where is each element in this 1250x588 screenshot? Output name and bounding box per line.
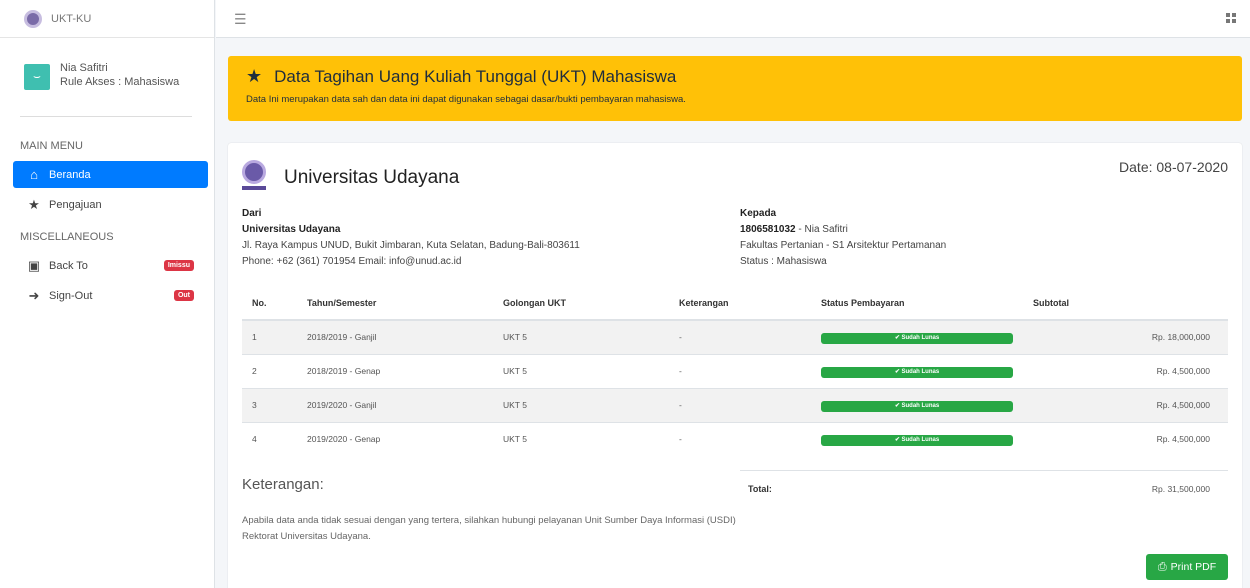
- user-role: Rule Akses : Mahasiswa: [60, 76, 180, 88]
- sidebar: UKT-KU ⌣ Nia Safitri Rule Akses : Mahasi…: [0, 0, 215, 588]
- payment-table: No. Tahun/Semester Golongan UKT Keterang…: [242, 287, 1228, 456]
- cell-semester: 2018/2019 - Genap: [307, 353, 503, 388]
- top-navbar: ☰: [216, 0, 1250, 38]
- cell-semester: 2018/2019 - Ganjil: [307, 319, 503, 354]
- sidebar-item-beranda[interactable]: ⌂ Beranda: [13, 161, 208, 188]
- divider: [20, 116, 192, 117]
- sidebar-item-back-to[interactable]: ▣ Back To Imissu: [13, 252, 208, 279]
- to-status: Status : Mahasiswa: [740, 256, 827, 267]
- to-nim: 1806581032: [740, 224, 796, 235]
- table-row: 2 2018/2019 - Genap UKT 5 - ✔ Sudah Luna…: [242, 353, 1228, 388]
- print-icon: ⎙: [1157, 560, 1167, 573]
- sidebar-item-label: Back To: [49, 259, 88, 272]
- cell-status: ✔ Sudah Lunas: [821, 319, 1033, 354]
- star-icon: ★: [246, 66, 263, 86]
- invoice-from: Dari Universitas Udayana Jl. Raya Kampus…: [242, 206, 580, 270]
- status-text: Sudah Lunas: [901, 334, 940, 341]
- avatar[interactable]: ⌣: [24, 64, 50, 90]
- column-header: Golongan UKT: [503, 287, 679, 321]
- column-header: Subtotal: [1033, 287, 1228, 321]
- cell-semester: 2019/2020 - Genap: [307, 421, 503, 456]
- cell-semester: 2019/2020 - Ganjil: [307, 387, 503, 422]
- sidebar-item-label: Pengajuan: [49, 198, 102, 211]
- column-header: No.: [242, 287, 307, 321]
- status-badge: ✔ Sudah Lunas: [821, 434, 1013, 446]
- alert-title: Data Tagihan Uang Kuliah Tunggal (UKT) M…: [274, 66, 677, 86]
- status-text: Sudah Lunas: [901, 436, 940, 443]
- cell-golongan: UKT 5: [503, 421, 679, 456]
- column-header: Status Pembayaran: [821, 287, 1033, 321]
- divider: [740, 470, 1228, 471]
- alert-description: Data Ini merupakan data sah dan data ini…: [246, 94, 686, 105]
- sidebar-item-pengajuan[interactable]: ★ Pengajuan: [13, 191, 208, 218]
- to-faculty: Fakultas Pertanian - S1 Arsitektur Perta…: [740, 240, 947, 251]
- status-text: Sudah Lunas: [901, 402, 940, 409]
- cell-subtotal: Rp. 18,000,000: [1033, 319, 1228, 354]
- badge-out: Out: [173, 290, 194, 301]
- cell-golongan: UKT 5: [503, 353, 679, 388]
- sign-out-icon: ➜: [28, 287, 40, 303]
- sidebar-item-label: Beranda: [49, 168, 91, 181]
- brand[interactable]: UKT-KU: [0, 0, 214, 38]
- status-text: Sudah Lunas: [901, 368, 940, 375]
- from-name: Universitas Udayana: [242, 224, 341, 235]
- cell-keterangan: -: [679, 421, 821, 456]
- note-title: Keterangan:: [242, 476, 324, 493]
- print-pdf-button[interactable]: ⎙ Print PDF: [1146, 554, 1228, 580]
- total-label: Total:: [748, 484, 772, 494]
- menu-header-misc: MISCELLANEOUS: [20, 231, 114, 243]
- from-label: Dari: [242, 208, 262, 219]
- table-row: 3 2019/2020 - Ganjil UKT 5 - ✔ Sudah Lun…: [242, 387, 1228, 422]
- note-text: Apabila data anda tidak sesuai dengan ya…: [242, 515, 736, 542]
- university-logo-icon: [242, 160, 266, 190]
- info-alert: ★ Data Tagihan Uang Kuliah Tunggal (UKT)…: [228, 56, 1242, 121]
- cell-subtotal: Rp. 4,500,000: [1033, 353, 1228, 388]
- apps-grid-icon[interactable]: [1226, 13, 1236, 23]
- cell-keterangan: -: [679, 387, 821, 422]
- column-header: Keterangan: [679, 287, 821, 321]
- cell-subtotal: Rp. 4,500,000: [1033, 387, 1228, 422]
- cell-subtotal: Rp. 4,500,000: [1033, 421, 1228, 456]
- cell-status: ✔ Sudah Lunas: [821, 353, 1033, 388]
- menu-toggle-icon[interactable]: ☰: [234, 11, 247, 28]
- from-address: Jl. Raya Kampus UNUD, Bukit Jimbaran, Ku…: [242, 240, 580, 251]
- print-label: Print PDF: [1170, 561, 1217, 573]
- to-name: - Nia Safitri: [795, 224, 848, 235]
- badge-imissu: Imissu: [163, 260, 194, 271]
- invoice-date: Date: 08-07-2020: [1119, 159, 1228, 175]
- cell-golongan: UKT 5: [503, 387, 679, 422]
- cell-no: 3: [242, 387, 307, 422]
- cell-keterangan: -: [679, 319, 821, 354]
- cell-keterangan: -: [679, 353, 821, 388]
- invoice-card: Universitas Udayana Date: 08-07-2020 Dar…: [228, 143, 1242, 588]
- cell-no: 2: [242, 353, 307, 388]
- column-header: Tahun/Semester: [307, 287, 503, 321]
- university-name: Universitas Udayana: [284, 167, 460, 188]
- cell-no: 4: [242, 421, 307, 456]
- brand-name: UKT-KU: [51, 12, 92, 25]
- star-icon: ★: [28, 196, 40, 212]
- table-row: 4 2019/2020 - Genap UKT 5 - ✔ Sudah Luna…: [242, 421, 1228, 456]
- cell-status: ✔ Sudah Lunas: [821, 387, 1033, 422]
- cell-no: 1: [242, 319, 307, 354]
- total-value: Rp. 31,500,000: [1151, 484, 1210, 494]
- sidebar-item-sign-out[interactable]: ➜ Sign-Out Out: [13, 282, 208, 309]
- status-badge: ✔ Sudah Lunas: [821, 366, 1013, 378]
- status-badge: ✔ Sudah Lunas: [821, 400, 1013, 412]
- sidebar-item-label: Sign-Out: [49, 289, 93, 302]
- table-header-row: No. Tahun/Semester Golongan UKT Keterang…: [242, 287, 1228, 321]
- from-contact: Phone: +62 (361) 701954 Email: info@unud…: [242, 256, 462, 267]
- table-row: 1 2018/2019 - Ganjil UKT 5 - ✔ Sudah Lun…: [242, 319, 1228, 354]
- cell-status: ✔ Sudah Lunas: [821, 421, 1033, 456]
- box-icon: ▣: [27, 257, 41, 273]
- status-badge: ✔ Sudah Lunas: [821, 332, 1013, 344]
- menu-header-main: MAIN MENU: [20, 140, 83, 152]
- brand-logo-icon: [24, 9, 42, 28]
- invoice-to: Kepada 1806581032 - Nia Safitri Fakultas…: [740, 206, 946, 270]
- cell-golongan: UKT 5: [503, 319, 679, 354]
- home-icon: ⌂: [30, 167, 38, 182]
- to-label: Kepada: [740, 208, 777, 219]
- user-name[interactable]: Nia Safitri: [60, 62, 179, 74]
